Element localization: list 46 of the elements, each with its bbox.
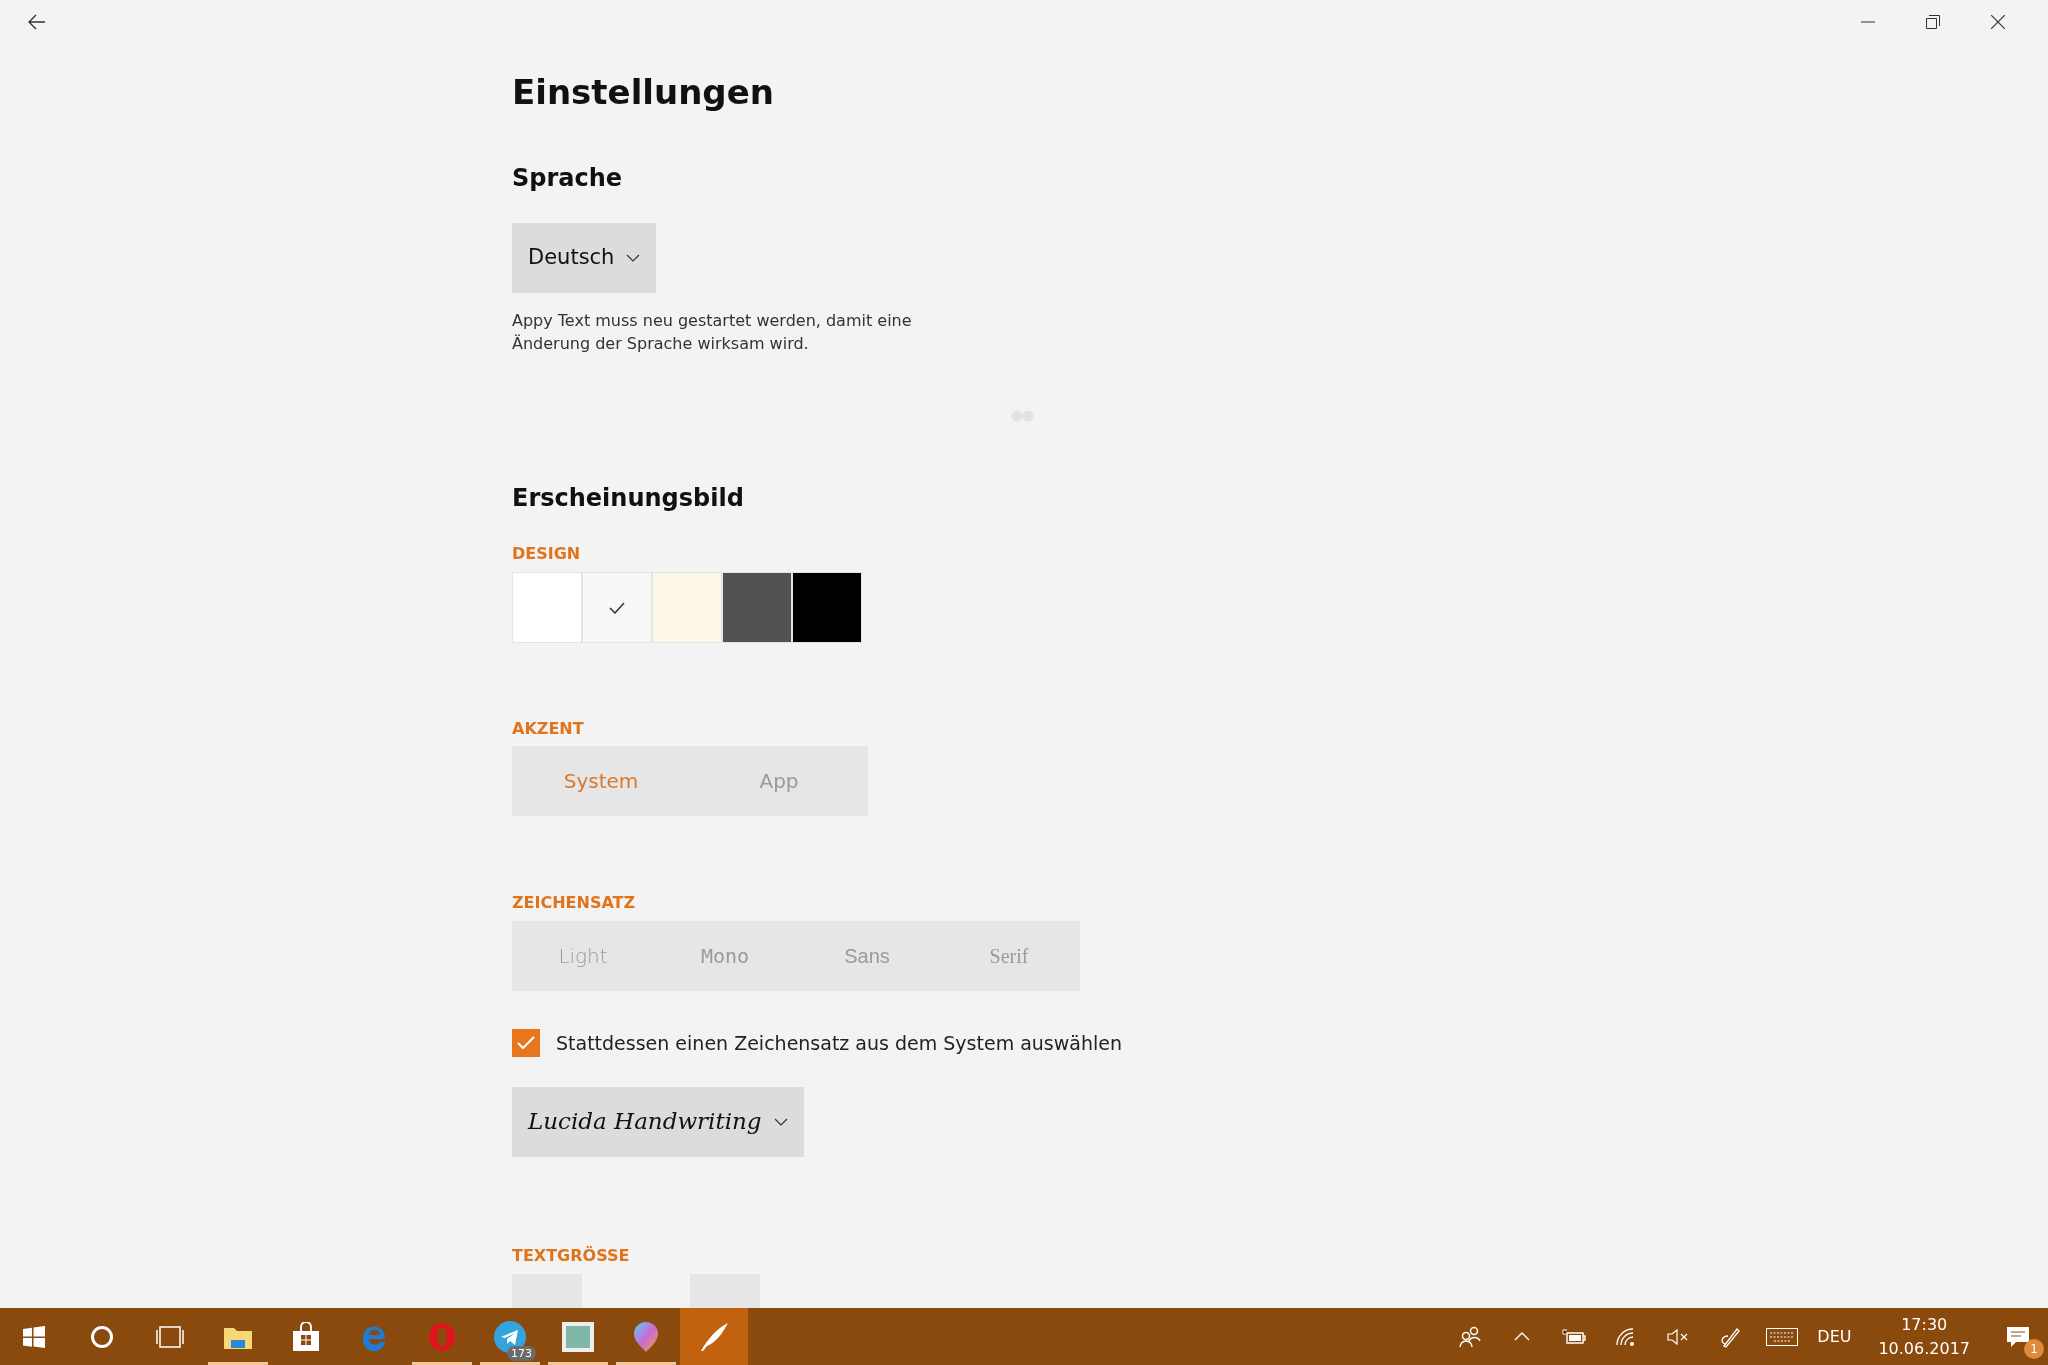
windows-logo-icon xyxy=(23,1325,45,1348)
shopping-bag-icon xyxy=(292,1321,320,1352)
checkmark-icon xyxy=(517,1036,535,1051)
theme-swatch[interactable] xyxy=(512,572,582,643)
section-heading: Erscheinungsbild xyxy=(512,483,745,514)
feather-icon xyxy=(699,1321,729,1352)
people-icon xyxy=(1458,1325,1483,1348)
theme-swatch[interactable] xyxy=(582,572,652,643)
back-arrow-icon xyxy=(28,14,46,30)
theme-swatch[interactable] xyxy=(722,572,792,643)
restore-icon xyxy=(1925,15,1940,29)
taskbar-app[interactable]: 173 xyxy=(476,1308,544,1365)
unread-count-badge: 173 xyxy=(507,1346,536,1361)
battery-plug-icon xyxy=(1562,1328,1587,1345)
notifications-button[interactable]: 1 xyxy=(1988,1308,2048,1365)
checkmark-icon xyxy=(609,601,625,614)
chevron-down-icon xyxy=(626,254,641,262)
chevron-down-icon xyxy=(773,1117,788,1126)
speech-bubble-icon xyxy=(2006,1325,2030,1348)
keyboard-icon xyxy=(1766,1327,1799,1346)
theme-swatch[interactable] xyxy=(652,572,722,643)
search-circle-icon xyxy=(90,1324,114,1349)
checkbox-label: Stattdessen einen Zeichensatz aus dem System auswählen xyxy=(556,1031,1122,1056)
balloon-logo-icon xyxy=(632,1320,660,1353)
theme-swatch[interactable] xyxy=(792,572,862,643)
photo-thumbnail-icon xyxy=(562,1321,594,1352)
input-language-button[interactable]: DEU xyxy=(1808,1308,1861,1365)
task-view-icon xyxy=(155,1325,185,1348)
design-label: DESIGN xyxy=(512,543,582,565)
chevron-up-icon xyxy=(1514,1332,1531,1341)
minimize-icon xyxy=(1860,21,1875,23)
clock-date[interactable]: 10.06.2017 xyxy=(1868,1336,1980,1361)
page-title: Einstellungen xyxy=(512,71,775,114)
notification-count-badge: 1 xyxy=(2024,1339,2044,1359)
ring-logo-icon xyxy=(427,1321,457,1352)
accent-label: AKZENT xyxy=(512,718,585,740)
font-label: ZEICHENSATZ xyxy=(512,892,637,914)
text-size-label: TEXTGRÖSSE xyxy=(512,1244,631,1267)
speaker-muted-icon xyxy=(1667,1328,1690,1345)
clock-time[interactable]: 17:30 xyxy=(1868,1312,1980,1337)
wifi-icon xyxy=(1616,1327,1637,1346)
taskbar-app[interactable] xyxy=(680,1308,748,1365)
restart-note: Appy Text muss neu gestartet werden, damit eine Änderung der Sprache wirksam wird. xyxy=(512,310,913,355)
language-dropdown[interactable]: Deutsch xyxy=(512,223,657,293)
close-icon xyxy=(1990,15,2005,29)
section-heading: Sprache xyxy=(512,163,624,194)
